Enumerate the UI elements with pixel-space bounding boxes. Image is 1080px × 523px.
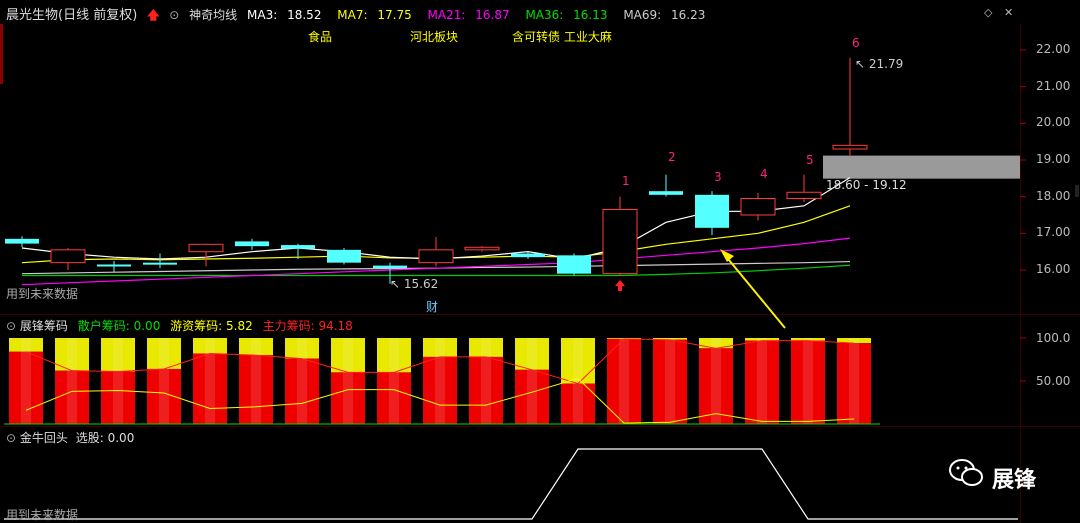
count-label: 4: [760, 167, 768, 181]
count-label: 3: [714, 170, 722, 184]
chip-bar-shine: [480, 338, 492, 424]
candle-body: [832, 144, 868, 150]
chip-bar-shine: [250, 338, 262, 424]
buy-arrow-icon: [615, 280, 625, 291]
candle-body: [281, 245, 315, 249]
chip-bar-shine: [664, 338, 676, 424]
bull-panel-header: ⊙ 金牛回头 选股: 0.00: [6, 429, 134, 446]
chip-ytick: 50.00: [1036, 374, 1071, 388]
zone-label: 18.60 - 19.12: [826, 178, 907, 192]
price-ytick: 19.00: [1036, 152, 1071, 166]
chip-bar-shine: [296, 338, 308, 424]
count-label: 6: [852, 36, 860, 50]
pointer-arrow: [723, 253, 786, 329]
chip-bar-shine: [572, 338, 584, 424]
chip-bar-shine: [802, 338, 814, 424]
chip-bar-shine: [618, 338, 630, 424]
count-label: 1: [622, 174, 630, 188]
price-ytick: 20.00: [1036, 115, 1071, 130]
candle-body: [143, 262, 177, 265]
candle-body: [418, 249, 454, 264]
support-zone: [823, 155, 1020, 179]
chip-bar-shine: [756, 338, 768, 424]
candle-body: [464, 246, 500, 251]
candle-body: [602, 209, 638, 275]
bull-signal-line: [4, 448, 1018, 520]
retail-chip-label: 散户筹码: 0.00: [77, 319, 161, 333]
chip-ytick: 100.0: [1036, 331, 1071, 345]
future-data-label: 用到未来数据: [6, 287, 79, 301]
scroll-handle[interactable]: [1075, 185, 1079, 197]
chip-bar-shine: [66, 338, 78, 424]
chip-bar-shine: [526, 338, 538, 424]
collapse-icon[interactable]: ⊙: [6, 319, 16, 333]
candle-body: [649, 191, 683, 195]
chip-bar-shine: [158, 338, 170, 424]
hot-chip-label: 游资筹码: 5.82: [170, 319, 253, 333]
finance-event-badge[interactable]: 财: [426, 298, 438, 315]
future-data-label: 用到未来数据: [6, 508, 79, 522]
count-label: 2: [668, 150, 676, 164]
chip-bar-shine: [710, 338, 722, 424]
candle-body: [740, 198, 776, 216]
price-chart: [4, 49, 1026, 520]
candle-body: [50, 249, 86, 264]
candle-body: [235, 241, 269, 247]
candle-body: [695, 194, 729, 228]
chip-bar-shine: [848, 338, 860, 424]
select-label: 选股: 0.00: [75, 431, 135, 445]
candle-body: [557, 255, 591, 274]
candle-body: [511, 253, 545, 258]
chip-panel-name[interactable]: 展锋筹码: [20, 319, 68, 333]
candle-body: [786, 191, 822, 199]
watermark-brand: 展锋: [992, 468, 1037, 493]
chip-bar-shine: [434, 338, 446, 424]
high-annotation: ↖ 21.79: [855, 57, 904, 71]
low-annotation: ↖ 15.62: [390, 277, 439, 291]
price-ytick: 18.00: [1036, 188, 1071, 203]
price-ytick: 21.00: [1036, 78, 1071, 93]
ma36-line: [22, 264, 851, 277]
price-ytick: 17.00: [1036, 225, 1071, 240]
price-ytick: 16.00: [1036, 262, 1071, 276]
candle-body: [97, 264, 131, 267]
chip-bar-shine: [342, 338, 354, 424]
collapse-icon[interactable]: ⊙: [6, 431, 16, 445]
chip-bar-shine: [204, 338, 216, 424]
candle-body: [327, 249, 361, 263]
bull-panel-name[interactable]: 金牛回头: [20, 431, 68, 445]
chip-bar-shine: [112, 338, 124, 424]
wechat-icon: [948, 458, 984, 488]
chip-panel-header: ⊙ 展锋筹码 散户筹码: 0.00 游资筹码: 5.82 主力筹码: 94.18: [6, 317, 353, 334]
candle-body: [188, 243, 224, 253]
price-ytick: 22.00: [1036, 42, 1071, 56]
count-label: 5: [806, 153, 814, 167]
candle-body: [5, 238, 39, 244]
chip-bar-shine: [388, 338, 400, 424]
candle-body: [373, 265, 407, 269]
chip-bar-shine: [20, 338, 32, 424]
main-chip-label: 主力筹码: 94.18: [262, 319, 353, 333]
